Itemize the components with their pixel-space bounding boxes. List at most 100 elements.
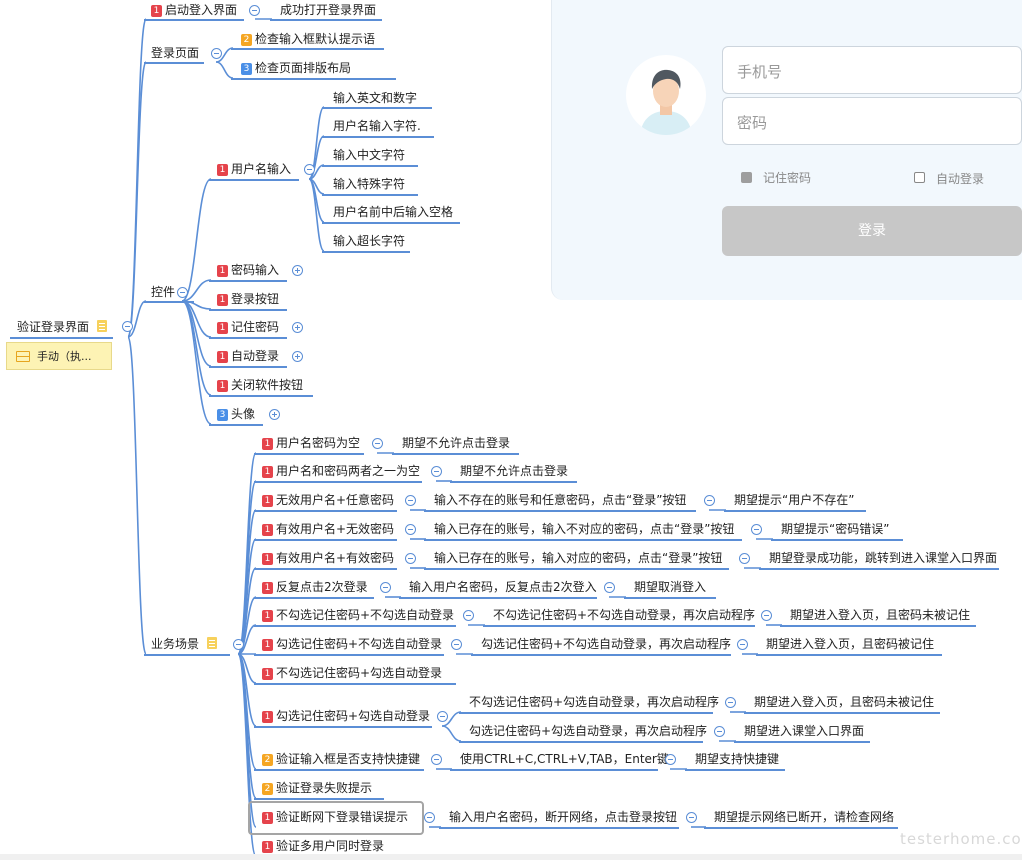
step-node[interactable]: 输入已存在的账号，输入对应的密码，点击“登录”按钮: [434, 550, 722, 566]
username-case[interactable]: 用户名前中后输入空格: [333, 204, 453, 220]
remember-checkbox[interactable]: [741, 172, 752, 183]
control-login-button[interactable]: 1 登录按钮: [217, 291, 279, 307]
step-node[interactable]: 勾选记住密码+勾选自动登录，再次启动程序: [469, 723, 707, 739]
control-remember-password[interactable]: 1 记住密码: [217, 319, 279, 335]
collapse-toggle[interactable]: [211, 48, 222, 59]
root-node[interactable]: 验证登录界面: [17, 319, 89, 335]
scenario-node[interactable]: 1 反复点击2次登录: [262, 579, 368, 595]
username-case[interactable]: 输入英文和数字: [333, 90, 417, 106]
collapse-toggle[interactable]: [463, 610, 474, 621]
root-collapse-toggle[interactable]: [122, 321, 133, 332]
step-node[interactable]: 不勾选记住密码+不勾选自动登录，再次启动程序: [493, 607, 755, 623]
expect-node[interactable]: 期望取消登入: [634, 579, 706, 595]
username-case[interactable]: 输入特殊字符: [333, 176, 405, 192]
auto-login-checkbox[interactable]: [914, 172, 925, 183]
password-placeholder: 密码: [737, 114, 768, 132]
scenario-node[interactable]: 1 用户名密码为空: [262, 435, 360, 451]
control-password[interactable]: 1 密码输入: [217, 262, 279, 278]
note-icon[interactable]: [97, 320, 107, 332]
step-node[interactable]: 输入用户名密码，反复点击2次登入: [409, 579, 597, 595]
expand-toggle[interactable]: [269, 409, 280, 420]
collapse-toggle[interactable]: [177, 287, 188, 298]
leaf-node[interactable]: 成功打开登录界面: [280, 2, 376, 18]
scenario-node[interactable]: 1 验证断网下登录错误提示: [262, 809, 408, 825]
scenario-node[interactable]: 1 有效用户名+无效密码: [262, 521, 394, 537]
password-input[interactable]: 密码: [722, 97, 1022, 145]
scenario-node[interactable]: 1 不勾选记住密码+勾选自动登录: [262, 665, 442, 681]
collapse-toggle[interactable]: [304, 164, 315, 175]
scenario-node[interactable]: 1 无效用户名+任意密码: [262, 492, 394, 508]
username-case[interactable]: 输入中文字符: [333, 147, 405, 163]
scenario-node[interactable]: 1 验证多用户同时登录: [262, 838, 384, 854]
collapse-toggle[interactable]: [665, 754, 676, 765]
collapse-toggle[interactable]: [751, 524, 762, 535]
step-node[interactable]: 输入已存在的账号，输入不对应的密码，点击“登录”按钮: [434, 521, 734, 537]
collapse-toggle[interactable]: [405, 495, 416, 506]
collapse-toggle[interactable]: [424, 812, 435, 823]
collapse-toggle[interactable]: [249, 5, 260, 16]
collapse-toggle[interactable]: [714, 726, 725, 737]
collapse-toggle[interactable]: [405, 553, 416, 564]
collapse-toggle[interactable]: [604, 582, 615, 593]
expect-node[interactable]: 期望提示“密码错误”: [781, 521, 889, 537]
expect-node[interactable]: 期望进入课堂入口界面: [744, 723, 864, 739]
scenario-node[interactable]: 1 有效用户名+有效密码: [262, 550, 394, 566]
collapse-toggle[interactable]: [437, 711, 448, 722]
control-auto-login[interactable]: 1 自动登录: [217, 348, 279, 364]
step-node[interactable]: 期望不允许点击登录: [402, 435, 510, 451]
expand-toggle[interactable]: [292, 351, 303, 362]
collapse-toggle[interactable]: [372, 438, 383, 449]
phone-input[interactable]: 手机号: [722, 46, 1022, 94]
branch-launch[interactable]: 1 启动登入界面: [151, 2, 237, 18]
bottom-scrollbar[interactable]: [0, 854, 1022, 860]
expand-toggle[interactable]: [292, 322, 303, 333]
scenario-node[interactable]: 1 勾选记住密码+不勾选自动登录: [262, 636, 442, 652]
login-button[interactable]: 登录: [722, 206, 1022, 256]
control-username[interactable]: 1 用户名输入: [217, 161, 291, 177]
branch-scenarios[interactable]: 业务场景: [151, 636, 199, 652]
expect-node[interactable]: 期望提示“用户不存在”: [734, 492, 854, 508]
manual-note[interactable]: 手动（执...: [6, 342, 112, 370]
expect-node[interactable]: 期望进入登入页，且密码未被记住: [754, 694, 934, 710]
scenario-node[interactable]: 2 验证输入框是否支持快捷键: [262, 751, 420, 767]
expand-toggle[interactable]: [292, 265, 303, 276]
expect-node[interactable]: 期望登录成功能，跳转到进入课堂入口界面: [769, 550, 997, 566]
leaf-underline: [231, 78, 396, 80]
collapse-toggle[interactable]: [725, 697, 736, 708]
control-close-button[interactable]: 1 关闭软件按钮: [217, 377, 303, 393]
control-avatar[interactable]: 3 头像: [217, 406, 255, 422]
step-node[interactable]: 期望不允许点击登录: [460, 463, 568, 479]
step-node[interactable]: 不勾选记住密码+勾选自动登录，再次启动程序: [469, 694, 719, 710]
step-node[interactable]: 使用CTRL+C,CTRL+V,TAB，Enter键: [460, 751, 669, 767]
leaf-node[interactable]: 3 检查页面排版布局: [241, 60, 351, 76]
collapse-toggle[interactable]: [431, 466, 442, 477]
collapse-toggle[interactable]: [739, 553, 750, 564]
scenario-node[interactable]: 1 用户名和密码两者之一为空: [262, 463, 420, 479]
scenario-node[interactable]: 1 不勾选记住密码+不勾选自动登录: [262, 607, 454, 623]
expect-node[interactable]: 期望支持快捷键: [695, 751, 779, 767]
collapse-toggle[interactable]: [233, 639, 244, 650]
step-node[interactable]: 输入不存在的账号和任意密码，点击“登录”按钮: [434, 492, 686, 508]
expect-node[interactable]: 期望进入登入页，且密码未被记住: [790, 607, 970, 623]
branch-controls[interactable]: 控件: [151, 284, 175, 300]
collapse-toggle[interactable]: [380, 582, 391, 593]
collapse-toggle[interactable]: [737, 639, 748, 650]
note-icon[interactable]: [207, 637, 217, 649]
collapse-toggle[interactable]: [431, 754, 442, 765]
expect-node[interactable]: 期望提示网络已断开，请检查网络: [714, 809, 894, 825]
step-node[interactable]: 输入用户名密码，断开网络，点击登录按钮: [449, 809, 677, 825]
step-node[interactable]: 勾选记住密码+不勾选自动登录，再次启动程序: [481, 636, 731, 652]
collapse-toggle[interactable]: [686, 812, 697, 823]
collapse-toggle[interactable]: [761, 610, 772, 621]
leaf-node[interactable]: 2 检查输入框默认提示语: [241, 31, 375, 47]
branch-login-page[interactable]: 登录页面: [151, 45, 199, 61]
expect-node[interactable]: 期望进入登入页，且密码被记住: [766, 636, 934, 652]
scenario-node[interactable]: 1 勾选记住密码+勾选自动登录: [262, 708, 430, 724]
avatar[interactable]: [626, 55, 706, 135]
collapse-toggle[interactable]: [451, 639, 462, 650]
username-case[interactable]: 输入超长字符: [333, 233, 405, 249]
collapse-toggle[interactable]: [704, 495, 715, 506]
scenario-node[interactable]: 2 验证登录失败提示: [262, 780, 372, 796]
username-case[interactable]: 用户名输入字符.: [333, 118, 421, 134]
collapse-toggle[interactable]: [405, 524, 416, 535]
